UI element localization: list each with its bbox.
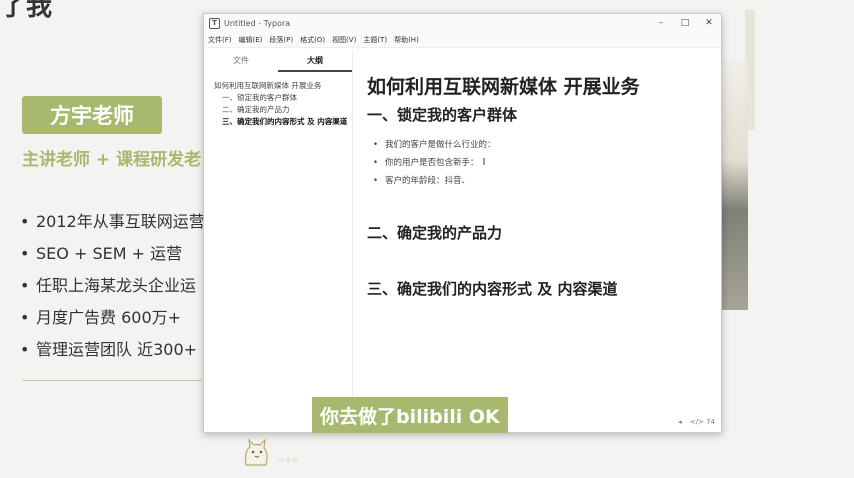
minimize-button[interactable]: –: [649, 18, 673, 28]
bio-item: • 月度广告费 600万+: [20, 308, 182, 327]
list-item[interactable]: • 我们的客户是做什么行业的：: [367, 136, 713, 154]
text-cursor-icon: I: [482, 157, 486, 168]
cat-logo-icon: [244, 438, 268, 466]
menu-edit[interactable]: 编辑(E): [239, 35, 263, 45]
outline-toggle-icon[interactable]: ◂: [678, 418, 682, 426]
menu-bar: 文件(F) 编辑(E) 段落(P) 格式(O) 视图(V) 主题(T) 帮助(H…: [204, 32, 721, 48]
slide-heading: 了我: [0, 0, 53, 22]
outline-item-section3[interactable]: 三、确定我们的内容形式 及 内容渠道: [214, 116, 352, 128]
bio-item: • 管理运营团队 近300+: [20, 340, 198, 359]
sidebar: 文件 大纲 如何利用互联网新媒体 开展业务 一、锁定我的客户群体 二、确定我的产…: [204, 50, 353, 432]
window-title: Untitled - Typora: [224, 18, 291, 28]
outline-item-section1[interactable]: 一、锁定我的客户群体: [214, 92, 352, 104]
list-item[interactable]: • 客户的年龄段：抖音、: [367, 172, 713, 190]
outline-item-section2[interactable]: 二、确定我的产品力: [214, 104, 352, 116]
decorative-tag: ⁘⁘⁘: [278, 456, 299, 465]
decorative-image: [722, 60, 748, 310]
tab-outline[interactable]: 大纲: [278, 50, 352, 72]
menu-paragraph[interactable]: 段落(P): [269, 35, 293, 45]
slide-subtitle: 主讲老师 + 课程研发老: [22, 150, 202, 170]
tab-files[interactable]: 文件: [204, 50, 278, 72]
word-count[interactable]: </> 74: [690, 418, 715, 426]
maximize-button[interactable]: □: [673, 18, 697, 28]
teacher-name-badge: 方宇老师: [22, 96, 162, 134]
title-bar[interactable]: T Untitled - Typora – □ ✕: [204, 14, 721, 32]
sidebar-tabs: 文件 大纲: [204, 50, 352, 72]
section2-heading[interactable]: 二、确定我的产品力: [367, 220, 713, 246]
typora-window: T Untitled - Typora – □ ✕ 文件(F) 编辑(E) 段落…: [203, 13, 722, 433]
bio-item: • 任职上海某龙头企业运: [20, 276, 197, 295]
slide-divider: [22, 380, 202, 381]
menu-view[interactable]: 视图(V): [332, 35, 356, 45]
menu-theme[interactable]: 主题(T): [363, 35, 387, 45]
outline-item-title[interactable]: 如何利用互联网新媒体 开展业务: [214, 80, 352, 92]
close-button[interactable]: ✕: [697, 18, 721, 28]
typora-app-icon: T: [209, 17, 220, 29]
bio-item: • SEO + SEM + 运营: [20, 244, 183, 263]
outline-list: 如何利用互联网新媒体 开展业务 一、锁定我的客户群体 二、确定我的产品力 三、确…: [204, 72, 352, 128]
bio-item: • 2012年从事互联网运营: [20, 212, 205, 231]
list-item[interactable]: • 你的用户是否包含新手： I: [367, 154, 713, 172]
document-title[interactable]: 如何利用互联网新媒体 开展业务: [367, 72, 713, 102]
menu-file[interactable]: 文件(F): [208, 35, 232, 45]
status-bar: ◂ </> 74: [678, 418, 715, 426]
bio-list: • 2012年从事互联网运营 • SEO + SEM + 运营 • 任职上海某龙头企业…: [20, 206, 205, 366]
section1-heading[interactable]: 一、锁定我的客户群体: [367, 102, 713, 128]
editor-area[interactable]: 如何利用互联网新媒体 开展业务 一、锁定我的客户群体 • 我们的客户是做什么行业的…: [367, 72, 713, 402]
section1-list: • 我们的客户是做什么行业的： • 你的用户是否包含新手： I • 客户的年龄段：抖音、: [367, 136, 713, 190]
menu-format[interactable]: 格式(O): [300, 35, 325, 45]
menu-help[interactable]: 帮助(H): [394, 35, 419, 45]
video-subtitle-caption: 你去做了bilibili OK: [312, 397, 508, 433]
section3-heading[interactable]: 三、确定我们的内容形式 及 内容渠道: [367, 276, 713, 302]
